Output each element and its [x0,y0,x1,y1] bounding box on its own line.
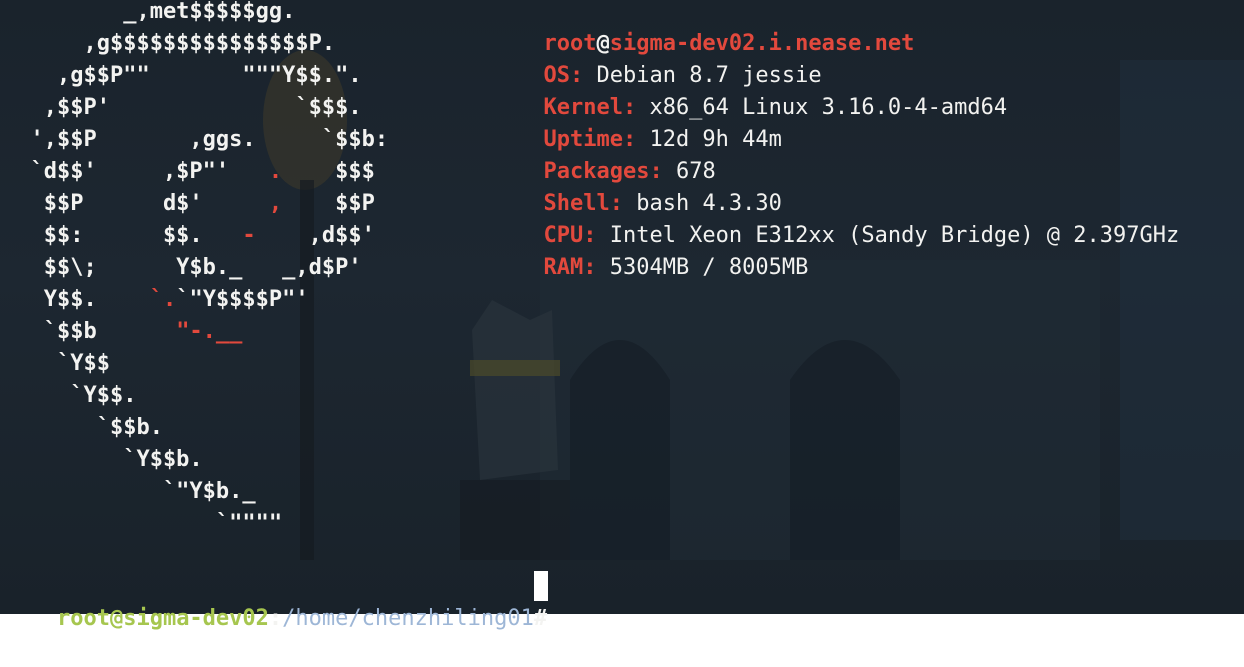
logo-white-segment: `"Y$$$$P"' [176,287,309,312]
text-cursor[interactable] [534,571,548,601]
info-row-kernel: Kernel: x86_64 Linux 3.16.0-4-amd64 [464,60,1007,120]
logo-line: ,g$$P"" """Y$$.". [4,60,362,92]
info-row-uptime: Uptime: 12d 9h 44m [464,92,781,152]
logo-white-segment: $$$ [282,159,375,184]
logo-red-segment: "-.__ [176,319,243,344]
logo-white-segment: Y$$. [4,287,150,312]
logo-line: `$$b. [4,412,163,444]
logo-white-segment: `"""" [4,511,283,536]
info-row-ram: RAM: 5304MB / 8005MB [464,220,808,280]
logo-line: _,met$$$$$gg. [4,0,295,28]
logo-white-segment: $$P [282,191,375,216]
info-row-shell: Shell: bash 4.3.30 [464,156,781,216]
logo-white-segment: ,g$$$$$$$$$$$$$$$P. [4,31,336,56]
logo-white-segment: ,g$$P"" """Y$$.". [4,63,362,88]
prompt-user-host: root@sigma-dev02 [56,606,269,631]
logo-red-segment: `. [149,287,177,312]
logo-line: Y$$. `.`"Y$$$$P"' [4,284,309,316]
logo-line: ,$$P' `$$$. [4,92,362,124]
logo-white-segment: $$\; Y$b._ _,d$P' [4,255,362,280]
logo-white-segment: `Y$$ [4,351,110,376]
info-row-packages: Packages: 678 [464,124,715,184]
logo-red-segment: - [242,223,256,248]
logo-line: $$P d$' , $$P [4,188,375,220]
prompt-path: /home/chenzhiling01 [282,606,534,631]
logo-line: `Y$$b. [4,444,203,476]
logo-line: ',$$P ,ggs. `$$b: [4,124,388,156]
logo-line: `d$$' ,$P"' . $$$ [4,156,375,188]
logo-white-segment: `"Y$b._ [4,479,256,504]
info-row-cpu: CPU: Intel Xeon E312xx (Sandy Bridge) @ … [464,188,1179,248]
logo-white-segment: $$P d$' [4,191,269,216]
logo-line: $$\; Y$b._ _,d$P' [4,252,362,284]
logo-white-segment: `d$$' ,$P"' [4,159,269,184]
logo-white-segment: ,$$P' `$$$. [4,95,362,120]
logo-line: `"Y$b._ [4,476,256,508]
shell-prompt[interactable]: root@sigma-dev02:/home/chenzhiling01# [4,571,560,631]
info-row-os: OS: Debian 8.7 jessie [464,28,821,88]
terminal-window[interactable]: _,met$$$$$gg. ,g$$$$$$$$$$$$$$$P. ,g$$P"… [0,0,1244,631]
logo-red-segment: . [268,159,283,184]
logo-white-segment: `Y$$b. [4,447,203,472]
logo-line: `$$b "-.__ [4,316,243,348]
logo-white-segment: $$: $$. [4,223,243,248]
logo-line: `Y$$. [4,380,136,412]
logo-white-segment: _,met$$$$$gg. [4,0,296,24]
logo-line: `Y$$ [4,348,110,380]
logo-white-segment: `Y$$. [4,383,137,408]
logo-white-segment: ',$$P ,ggs. `$$b: [4,127,389,152]
prompt-colon: : [268,606,283,631]
logo-white-segment: `$$b. [4,415,163,440]
prompt-symbol: # [533,606,561,631]
info-value: 5304MB / 8005MB [596,255,809,280]
logo-white-segment: ,d$$' [255,223,375,248]
logo-white-segment: `$$b [4,319,177,344]
logo-red-segment: , [268,191,283,216]
logo-line: `"""" [4,508,282,540]
info-user-host: root@sigma-dev02.i.nease.net [464,0,914,56]
logo-line: ,g$$$$$$$$$$$$$$$P. [4,28,335,60]
info-key: RAM: [543,255,597,280]
logo-line: $$: $$. - ,d$$' [4,220,375,252]
